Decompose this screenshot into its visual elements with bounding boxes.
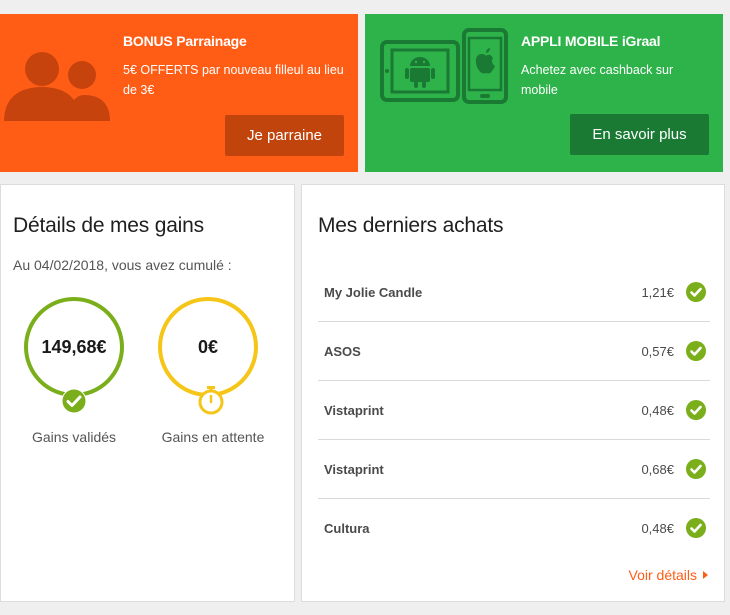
- mobile-app-title: APPLI MOBILE iGraal: [521, 33, 661, 49]
- purchase-row[interactable]: My Jolie Candle 1,21€: [318, 263, 710, 322]
- purchase-row[interactable]: ASOS 0,57€: [318, 322, 710, 381]
- apple-phone-icon: [462, 28, 508, 104]
- recent-purchases-card: Mes derniers achats My Jolie Candle 1,21…: [301, 184, 725, 602]
- mobile-app-banner: APPLI MOBILE iGraal Achetez avec cashbac…: [365, 14, 723, 172]
- validated-earnings-amount: 149,68€: [41, 336, 107, 357]
- android-tablet-icon: [380, 40, 460, 102]
- referral-button[interactable]: Je parraine: [225, 115, 344, 156]
- validated-earnings-circle: 149,68€: [24, 297, 124, 397]
- mobile-app-text: Achetez avec cashback sur mobile: [521, 63, 674, 97]
- purchase-amount: 1,21€: [641, 284, 674, 300]
- purchase-amount: 0,57€: [641, 343, 674, 359]
- earnings-subtitle: Au 04/02/2018, vous avez cumulé :: [13, 257, 232, 273]
- pending-earnings-label: Gains en attente: [161, 429, 265, 445]
- earnings-card: Détails de mes gains Au 04/02/2018, vous…: [0, 184, 295, 602]
- referral-title: BONUS Parrainage: [123, 33, 247, 49]
- check-icon: [686, 400, 706, 420]
- purchase-row[interactable]: Vistaprint 0,48€: [318, 381, 710, 440]
- check-icon: [686, 459, 706, 479]
- validated-earnings-label: Gains validés: [31, 429, 117, 445]
- referral-banner: BONUS Parrainage 5€ OFFERTS par nouveau …: [0, 14, 358, 172]
- stopwatch-icon: [198, 386, 224, 415]
- purchase-shop: ASOS: [324, 343, 361, 359]
- pending-earnings-amount: 0€: [197, 336, 219, 357]
- check-icon: [686, 282, 706, 302]
- see-details-label: Voir détails: [628, 567, 697, 583]
- purchase-shop: Vistaprint: [324, 402, 384, 418]
- learn-more-button[interactable]: En savoir plus: [570, 114, 709, 155]
- recent-purchases-title: Mes derniers achats: [318, 214, 504, 237]
- referral-text: 5€ OFFERTS par nouveau filleul au lieu d…: [123, 63, 344, 97]
- purchase-shop: My Jolie Candle: [324, 284, 423, 300]
- people-icon: [4, 52, 110, 121]
- purchase-row[interactable]: Vistaprint 0,68€: [318, 440, 710, 499]
- purchase-amount: 0,68€: [641, 461, 674, 477]
- purchase-row[interactable]: Cultura 0,48€: [318, 499, 710, 557]
- purchase-shop: Vistaprint: [324, 461, 384, 477]
- purchase-amount: 0,48€: [641, 520, 674, 536]
- chevron-right-icon: [703, 571, 708, 579]
- pending-earnings-circle: 0€: [158, 297, 258, 397]
- check-icon: [686, 341, 706, 361]
- purchase-list: My Jolie Candle 1,21€ ASOS 0,57€ Vistapr…: [318, 263, 710, 557]
- earnings-title: Détails de mes gains: [13, 214, 204, 237]
- purchase-amount: 0,48€: [641, 402, 674, 418]
- purchase-shop: Cultura: [324, 520, 370, 536]
- check-icon: [686, 518, 706, 538]
- see-details-link[interactable]: Voir détails: [629, 567, 708, 583]
- check-icon: [61, 388, 87, 414]
